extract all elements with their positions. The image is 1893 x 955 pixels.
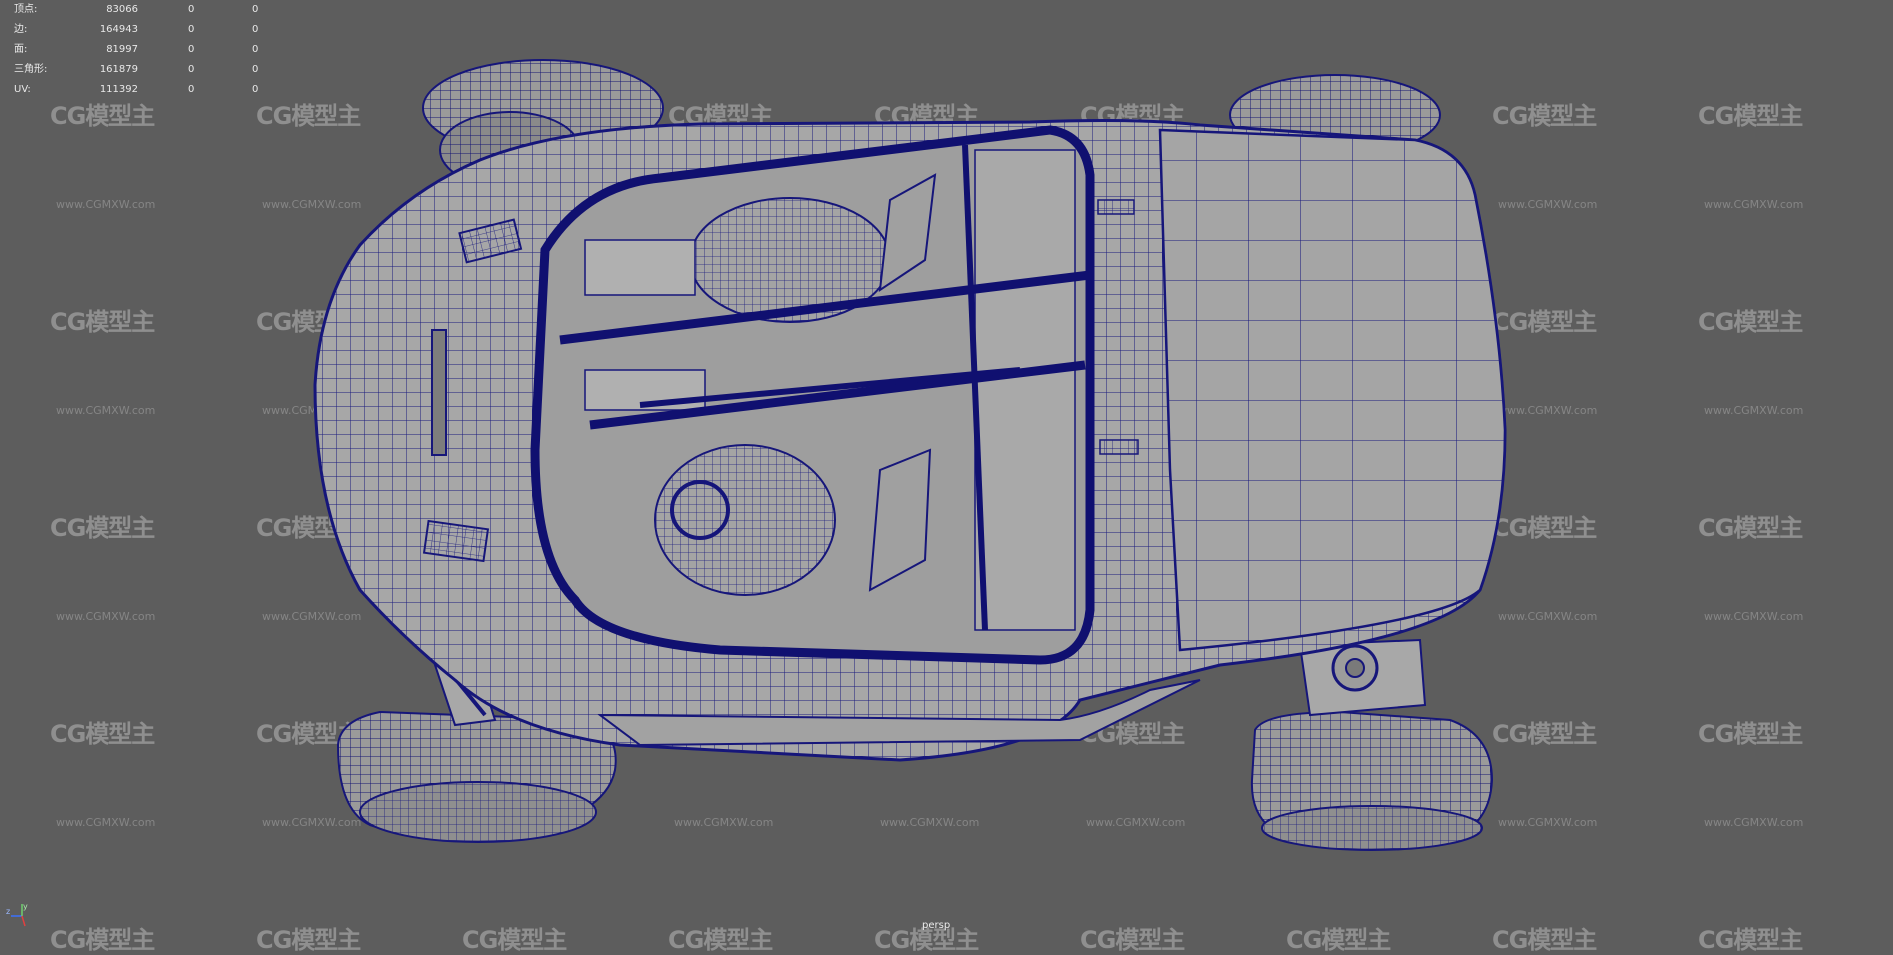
axis-y-label: y bbox=[23, 902, 28, 911]
rear-deck-panel bbox=[1158, 128, 1507, 652]
viewport[interactable]: 顶点: 83066 0 0 边: 164943 0 0 面: 81997 0 0… bbox=[0, 0, 1893, 954]
wireframe-buggy-model[interactable] bbox=[0, 0, 1893, 940]
camera-label: persp bbox=[922, 920, 951, 931]
cockpit bbox=[530, 125, 1095, 665]
wheel-rear-right bbox=[1250, 710, 1494, 851]
axis-gizmo: z y bbox=[6, 902, 28, 927]
side-marker-upper bbox=[1097, 199, 1135, 215]
axis-z-label: z bbox=[6, 907, 10, 916]
side-marker-lower bbox=[1099, 439, 1139, 455]
